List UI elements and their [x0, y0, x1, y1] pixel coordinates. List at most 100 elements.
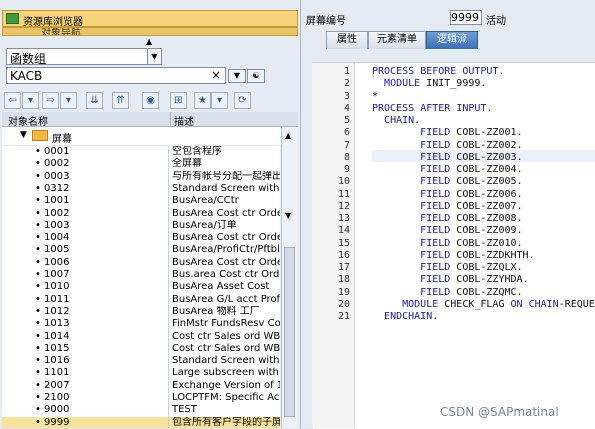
favorites-icon[interactable]: ★ [194, 92, 211, 109]
display-button[interactable]: ☯ [247, 69, 265, 83]
list-item[interactable]: • 1015 Cost ctr Sales ord WBS [2, 343, 280, 355]
column-description[interactable]: 描述 [174, 113, 194, 128]
code-line[interactable]: MODULE CHECK_FLAG ON CHAIN-REQUES [372, 299, 595, 310]
line-number: 11 [337, 188, 350, 200]
item-description: 包含所有客户字段的子屏 [172, 416, 280, 428]
back-menu-icon[interactable]: ▾ [22, 92, 39, 109]
list-item[interactable]: • 1004 BusArea Cost ctr Orde [2, 232, 280, 244]
list-item[interactable]: • 1001 BusArea/CCtr [2, 195, 280, 207]
item-code: 0312 [44, 182, 70, 194]
list-item[interactable]: • 1002 BusArea Cost ctr Orde [2, 208, 280, 220]
hierarchy-icon[interactable]: ⊞ [170, 92, 187, 109]
code-line[interactable]: * [372, 91, 378, 102]
scroll-up-icon[interactable]: ▲ [285, 131, 291, 140]
code-line[interactable]: FIELD COBL-ZZ007. [372, 201, 522, 212]
line-number: 20 [337, 298, 350, 310]
code-line[interactable]: ENDCHAIN. [372, 311, 438, 322]
code-line[interactable]: MODULE INIT_9999. [372, 78, 486, 89]
list-item[interactable]: • 2100 LOCPTFM: Specific Acco [2, 392, 280, 404]
item-description: Cost ctr Sales ord WBS [172, 330, 280, 342]
bullet-icon: • [35, 355, 41, 367]
item-description: 全屏幕 [172, 158, 202, 170]
list-item[interactable]: • 1013 FinMstr FundsResv Com [2, 318, 280, 330]
code-line[interactable]: CHAIN. [372, 115, 420, 126]
dropdown-button[interactable]: ▼ [228, 69, 246, 83]
tab-attributes[interactable]: 属性 [326, 31, 368, 49]
list-item[interactable]: • 1014 Cost ctr Sales ord WBS [2, 331, 280, 343]
code-line[interactable]: FIELD COBL-ZZ008. [372, 213, 522, 224]
item-description: 空包含程序 [172, 146, 222, 157]
tab-flow-logic[interactable]: 逻辑流 [426, 31, 478, 49]
tree-scrollbar[interactable]: ▲ ▼ [281, 127, 298, 428]
code-line[interactable]: FIELD COBL-ZZDKHTH. [372, 250, 534, 261]
folder-row-screens[interactable]: ▼ 屏幕 [2, 127, 298, 145]
list-item[interactable]: • 1003 BusArea/订单 [2, 220, 280, 232]
code-line[interactable]: FIELD COBL-ZZ005. [372, 176, 522, 187]
forward-menu-icon[interactable]: ▾ [60, 92, 77, 109]
tab-element-list[interactable]: 元素清单 [368, 31, 426, 49]
list-item[interactable]: •1101 Large subscreen with all [2, 367, 280, 379]
line-number: 6 [343, 127, 350, 139]
list-item[interactable]: • 1006 BusArea Cost ctr Orde [2, 257, 280, 269]
code-line[interactable]: FIELD COBL-ZZ010. [372, 238, 522, 249]
list-item[interactable]: • 1005 BusArea/ProfiCtr/Pftbly [2, 244, 280, 256]
list-item[interactable]: • 1012 BusArea 物料 工厂 [2, 306, 280, 318]
list-item[interactable]: •2007 Exchange Version of 100 [2, 380, 280, 392]
favorites-menu-icon[interactable]: ▾ [211, 92, 228, 109]
back-icon[interactable]: ⇦ [4, 92, 21, 109]
refresh-icon[interactable]: ⟳ [234, 92, 251, 109]
line-number: 12 [337, 200, 350, 212]
code-line[interactable]: FIELD COBL-ZZ002. [372, 140, 522, 151]
item-description: Standard Screen with Flo [172, 182, 280, 194]
code-line[interactable]: FIELD COBL-ZZYHDA. [372, 274, 528, 285]
binoculars-icon[interactable]: ◉ [142, 92, 159, 109]
item-code: 1013 [44, 318, 70, 330]
expand-triangle-icon[interactable]: ▼ [20, 130, 27, 140]
line-number: 1 [343, 66, 350, 77]
code-line[interactable]: FIELD COBL-ZZQMC. [372, 287, 522, 298]
object-navigation-bar[interactable]: 对象导航 [2, 27, 298, 36]
column-object-name[interactable]: 对象名称 [8, 113, 48, 128]
screen-number-field[interactable]: 9999 [450, 10, 482, 25]
list-item[interactable]: • 9999 包含所有客户字段的子屏 [2, 416, 280, 428]
code-line[interactable]: PROCESS BEFORE OUTPUT. [372, 66, 505, 77]
scroll-thumb[interactable] [284, 247, 295, 417]
code-line[interactable]: FIELD COBL-ZZ003. [372, 152, 522, 163]
collapse-icon[interactable]: ⇈ [112, 92, 129, 109]
bullet-icon: • [35, 392, 41, 403]
list-item[interactable]: • 0002 全屏幕 [2, 158, 280, 170]
list-item[interactable]: • 1007 Bus.area Cost ctr Orde [2, 269, 280, 281]
bullet-icon: • [35, 146, 41, 157]
list-item[interactable]: • 0003 与所有帐号分配一起弹出 [2, 171, 280, 183]
forward-icon[interactable]: ⇨ [42, 92, 59, 109]
item-description: Exchange Version of 100 [172, 379, 280, 391]
object-list: • 0001 空包含程序 • 0002 全屏幕 • 0003 与所有帐号分配一起弹出 • 0312 S… [2, 146, 280, 428]
list-item[interactable]: • 1010 BusArea Asset Cost [2, 281, 280, 293]
code-line[interactable]: FIELD COBL-ZZ001. [372, 127, 522, 138]
object-type-value: 函数组 [10, 52, 47, 66]
list-item[interactable]: • 1011 BusArea G/L acct Prof [2, 294, 280, 306]
chevron-down-icon[interactable]: ▼ [147, 49, 161, 64]
object-type-select[interactable]: 函数组 ▼ [6, 48, 162, 66]
list-item[interactable]: •0312 Standard Screen with Flo [2, 183, 280, 195]
expand-icon[interactable]: ⇊ [86, 92, 103, 109]
list-item[interactable]: •1016 Standard Screen with Flo [2, 355, 280, 367]
collapse-arrow-icon[interactable]: ▲ [146, 37, 152, 46]
code-line[interactable]: FIELD COBL-ZZ004. [372, 164, 522, 175]
bullet-icon: • [35, 256, 41, 268]
screen-number-label: 屏幕编号 [306, 16, 346, 27]
code-line[interactable]: FIELD COBL-ZZ009. [372, 225, 522, 236]
item-code: 1101 [44, 367, 70, 379]
item-description: BusArea Asset Cost [172, 281, 270, 293]
list-item[interactable]: • 9000 TEST [2, 404, 280, 416]
list-item[interactable]: • 0001 空包含程序 [2, 146, 280, 158]
code-line[interactable]: FIELD COBL-ZZQLX. [372, 262, 522, 273]
line-number: 19 [337, 286, 350, 298]
clear-icon[interactable]: × [211, 68, 221, 82]
line-number: 14 [337, 225, 350, 237]
scroll-down-icon[interactable]: ▼ [285, 211, 291, 220]
repository-browser-bar[interactable]: 资源库浏览器 [2, 10, 298, 28]
code-line[interactable]: FIELD COBL-ZZ006. [372, 189, 522, 200]
code-line[interactable]: PROCESS AFTER INPUT. [372, 103, 492, 114]
object-name-input[interactable]: KACB [6, 67, 226, 84]
